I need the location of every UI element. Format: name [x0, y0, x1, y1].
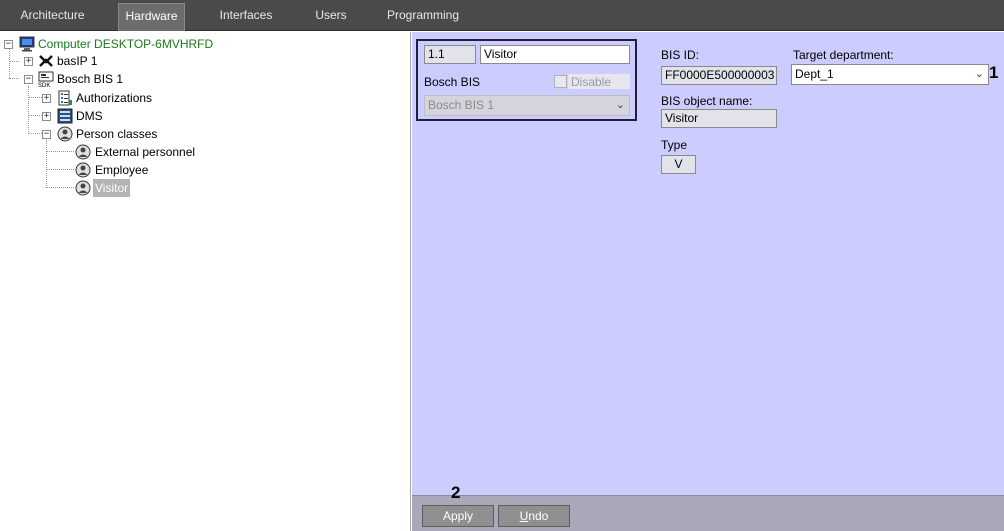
- callout-marker-2: 2: [451, 483, 461, 502]
- collapse-icon[interactable]: −: [42, 130, 51, 139]
- sdk-device-icon: SDK: [38, 71, 54, 87]
- disable-label: Disable: [571, 75, 612, 89]
- object-name-field[interactable]: Visitor: [480, 45, 630, 64]
- bis-id-label: BIS ID:: [661, 48, 700, 62]
- person-class-icon: [75, 162, 91, 178]
- chevron-down-icon: ⌄: [974, 68, 984, 80]
- dms-icon: [57, 108, 73, 124]
- tree-node-computer[interactable]: − Computer DESKTOP-6MVHRFD: [0, 35, 250, 53]
- bis-id-field[interactable]: FF0000E500000003: [661, 66, 777, 85]
- object-identity-box: 1.1 Visitor Bosch BIS Disable Bosch BIS …: [416, 39, 637, 121]
- svg-text:SDK: SDK: [38, 83, 50, 87]
- person-class-icon: [75, 144, 91, 160]
- action-bar: Apply Undo: [412, 495, 1004, 531]
- apply-button[interactable]: Apply: [422, 505, 494, 527]
- tree-node-visitor[interactable]: Visitor: [0, 179, 200, 197]
- tab-architecture[interactable]: Architecture: [10, 0, 95, 31]
- tree-node-employee[interactable]: Employee: [0, 161, 200, 179]
- tree-node-external-personnel[interactable]: External personnel: [0, 143, 250, 161]
- person-class-icon: [57, 126, 73, 142]
- settings-panel: 1.1 Visitor Bosch BIS Disable Bosch BIS …: [412, 32, 1004, 495]
- tree-node-basip[interactable]: + basIP 1: [0, 52, 200, 70]
- tree-label: Employee: [95, 163, 149, 177]
- target-department-value: Dept_1: [795, 67, 834, 81]
- tree-label: basIP 1: [57, 54, 98, 68]
- parent-device-select[interactable]: Bosch BIS 1 ⌄: [424, 95, 630, 116]
- disable-checkbox[interactable]: [554, 75, 567, 88]
- object-type-label: Bosch BIS: [424, 75, 481, 89]
- authorizations-icon: [58, 90, 72, 106]
- expand-icon[interactable]: +: [24, 57, 33, 66]
- tab-hardware[interactable]: Hardware: [118, 3, 185, 31]
- tree-label: Authorizations: [76, 91, 153, 105]
- tab-interfaces[interactable]: Interfaces: [210, 0, 282, 31]
- tree-node-dms[interactable]: + DMS: [0, 107, 200, 125]
- tree-label: External personnel: [95, 145, 196, 159]
- expand-icon[interactable]: +: [42, 112, 51, 121]
- tree-node-authorizations[interactable]: + Authorizations: [0, 89, 200, 107]
- tree-node-person-classes[interactable]: − Person classes: [0, 125, 200, 143]
- undo-button[interactable]: Undo: [498, 505, 570, 527]
- computer-icon: [19, 36, 35, 52]
- tree-label: Person classes: [76, 127, 158, 141]
- type-label: Type: [661, 138, 688, 152]
- undo-label-rest: ndo: [528, 509, 549, 523]
- tree-label: DMS: [76, 109, 103, 123]
- type-field[interactable]: V: [661, 155, 696, 174]
- person-class-icon: [75, 180, 91, 196]
- tab-programming[interactable]: Programming: [380, 0, 466, 31]
- hardware-tree: − Computer DESKTOP-6MVHRFD + basIP 1 − S…: [0, 32, 411, 531]
- basip-device-icon: [39, 55, 53, 67]
- expand-icon[interactable]: +: [42, 94, 51, 103]
- collapse-icon[interactable]: −: [4, 40, 13, 49]
- target-department-select[interactable]: Dept_1 ⌄: [791, 64, 989, 85]
- tab-users[interactable]: Users: [306, 0, 356, 31]
- tree-label: Bosch BIS 1: [57, 72, 124, 86]
- callout-marker-1: 1: [989, 63, 999, 82]
- object-id-field[interactable]: 1.1: [424, 45, 476, 64]
- tree-node-bosch-bis[interactable]: − SDK Bosch BIS 1: [0, 70, 200, 88]
- top-tab-bar: Architecture Hardware Interfaces Users P…: [0, 0, 1004, 31]
- target-department-label: Target department:: [793, 48, 894, 62]
- undo-mnemonic: U: [519, 509, 529, 523]
- parent-device-value: Bosch BIS 1: [428, 98, 495, 112]
- bis-object-name-field[interactable]: Visitor: [661, 109, 777, 128]
- bis-object-name-label: BIS object name:: [661, 94, 753, 108]
- collapse-icon[interactable]: −: [24, 75, 33, 84]
- tree-label: Computer DESKTOP-6MVHRFD: [38, 37, 214, 51]
- tree-label-selected: Visitor: [93, 179, 131, 197]
- chevron-down-icon: ⌄: [615, 99, 625, 111]
